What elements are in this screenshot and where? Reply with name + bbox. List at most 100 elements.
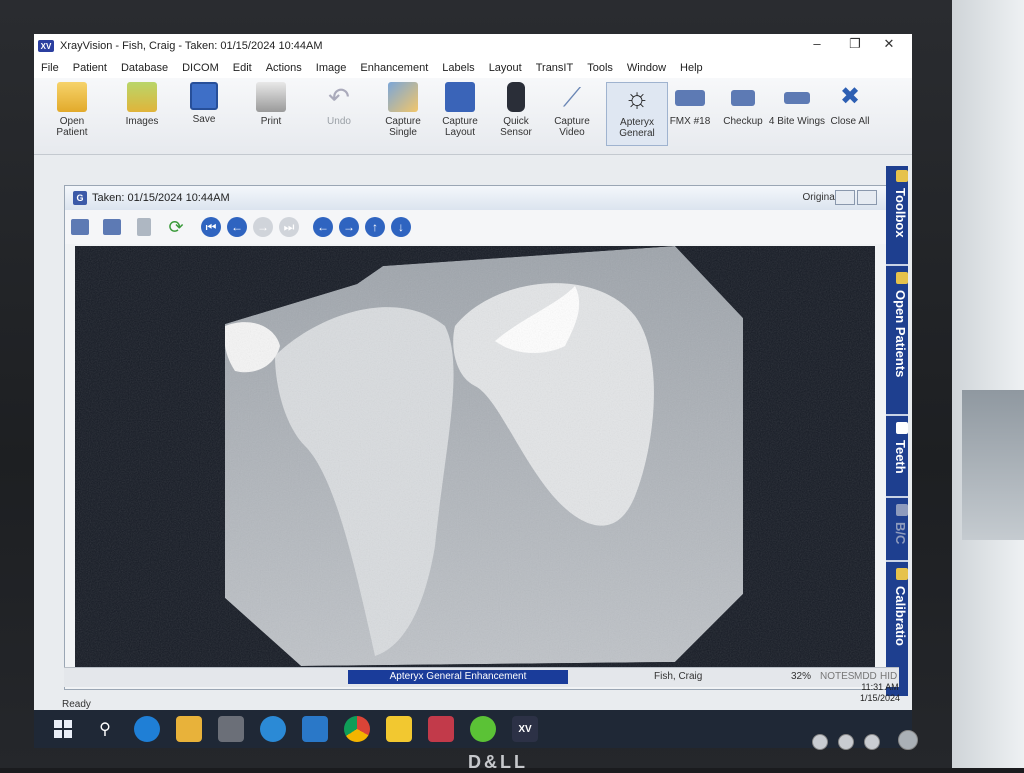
- undo-button[interactable]: ↶ Undo: [309, 82, 369, 127]
- fmx-label: FMX #18: [669, 116, 711, 127]
- menu-labels[interactable]: Labels: [435, 62, 481, 74]
- quick-sensor-button[interactable]: Quick Sensor: [486, 82, 546, 138]
- green-app-icon[interactable]: [470, 716, 496, 742]
- previous-image-icon[interactable]: ←: [227, 217, 247, 237]
- save-button[interactable]: Save: [174, 82, 234, 125]
- browser-icon[interactable]: [260, 716, 286, 742]
- last-image-icon[interactable]: ⏭: [279, 217, 299, 237]
- monitor-button-3[interactable]: [864, 734, 880, 750]
- menu-bar: File Patient Database DICOM Edit Actions…: [34, 58, 912, 78]
- mdd-indicator: MDD: [854, 671, 877, 682]
- clock-time: 11:31 AM: [861, 682, 899, 692]
- menu-help[interactable]: Help: [673, 62, 710, 74]
- arrow-down-icon[interactable]: ↓: [391, 217, 411, 237]
- image-window-restore-button[interactable]: [857, 190, 877, 205]
- notes-indicator: NOTES: [820, 671, 855, 682]
- apteryx-general-label-2: General: [619, 128, 655, 139]
- sticky-notes-icon[interactable]: [386, 716, 412, 742]
- patients-icon: [896, 272, 908, 284]
- trash-icon[interactable]: [137, 218, 151, 236]
- close-all-icon: ✖: [839, 83, 861, 110]
- fmx-icon: [675, 90, 705, 106]
- images-button[interactable]: Images: [112, 82, 172, 127]
- quick-sensor-label-1: Quick: [503, 116, 529, 127]
- capture-layout-label-1: Capture: [442, 116, 478, 127]
- print-label: Print: [260, 116, 282, 127]
- undo-icon: ↶: [328, 82, 350, 112]
- windows-start-icon[interactable]: [50, 716, 76, 742]
- main-toolbar: Open Patient Images Save Print ↶ Undo Ca…: [34, 78, 912, 155]
- title-bar: XV XrayVision - Fish, Craig - Taken: 01/…: [34, 34, 912, 58]
- next-image-icon[interactable]: →: [253, 217, 273, 237]
- maximize-button[interactable]: ❐: [840, 36, 870, 52]
- xrayvision-taskbar-icon[interactable]: XV: [512, 716, 538, 742]
- dock-tab-teeth[interactable]: Teeth: [886, 418, 908, 498]
- dock-tab-open-patients-label: Open Patients: [893, 290, 908, 378]
- brightness-icon: [896, 504, 908, 516]
- file-explorer-icon[interactable]: [176, 716, 202, 742]
- image-window-minimize-button[interactable]: [835, 190, 855, 205]
- capture-layout-label-2: Layout: [444, 127, 476, 138]
- menu-database[interactable]: Database: [114, 62, 175, 74]
- monitor-button-2[interactable]: [838, 734, 854, 750]
- first-image-icon[interactable]: ⏮: [201, 217, 221, 237]
- sun-icon: ☼: [624, 82, 650, 113]
- background-window: [962, 390, 1024, 540]
- menu-actions[interactable]: Actions: [259, 62, 309, 74]
- grid-icon[interactable]: [103, 219, 121, 235]
- menu-file[interactable]: File: [34, 62, 66, 74]
- close-button[interactable]: ✕: [874, 36, 904, 52]
- close-all-button[interactable]: ✖ Close All: [820, 82, 880, 127]
- apteryx-general-button[interactable]: ☼ Apteryx General: [606, 82, 668, 146]
- save-label: Save: [192, 114, 216, 125]
- chrome-icon[interactable]: [344, 716, 370, 742]
- menu-enhancement[interactable]: Enhancement: [353, 62, 435, 74]
- app-logo-icon: XV: [38, 40, 54, 52]
- search-icon[interactable]: ⚲: [92, 716, 118, 742]
- print-button[interactable]: Print: [241, 82, 301, 127]
- menu-tools[interactable]: Tools: [580, 62, 620, 74]
- images-icon: [127, 82, 157, 112]
- bite-wings-button[interactable]: 4 Bite Wings: [767, 82, 827, 127]
- close-all-label: Close All: [830, 116, 870, 127]
- open-patient-button[interactable]: Open Patient: [42, 82, 102, 138]
- menu-patient[interactable]: Patient: [66, 62, 114, 74]
- dock-tab-bc[interactable]: B/C: [886, 500, 908, 562]
- capture-single-button[interactable]: Capture Single: [373, 82, 433, 138]
- menu-dicom[interactable]: DICOM: [175, 62, 226, 74]
- arrow-right-icon[interactable]: →: [339, 217, 359, 237]
- minimize-button[interactable]: –: [802, 36, 832, 51]
- dock-tab-open-patients[interactable]: Open Patients: [886, 268, 908, 416]
- dock-tab-toolbox[interactable]: Toolbox: [886, 166, 908, 266]
- edge-browser-icon[interactable]: [134, 716, 160, 742]
- side-dock: Toolbox Open Patients Teeth B/C Calibrat…: [886, 166, 908, 696]
- xray-viewport[interactable]: [75, 246, 875, 678]
- menu-edit[interactable]: Edit: [226, 62, 259, 74]
- capture-single-label-1: Capture: [385, 116, 421, 127]
- ready-status: Ready: [62, 699, 91, 710]
- menu-window[interactable]: Window: [620, 62, 673, 74]
- dental-xray-image: [75, 246, 875, 678]
- capture-video-button[interactable]: ⟋ Capture Video: [542, 82, 602, 138]
- capture-layout-button[interactable]: Capture Layout: [430, 82, 490, 138]
- background-wall: [952, 0, 1024, 768]
- arrow-left-icon[interactable]: ←: [313, 217, 333, 237]
- menu-image[interactable]: Image: [309, 62, 354, 74]
- arrow-up-icon[interactable]: ↑: [365, 217, 385, 237]
- open-patient-label-1: Open: [59, 116, 85, 127]
- window-check-icon[interactable]: [71, 219, 89, 235]
- menu-transit[interactable]: TransIT: [529, 62, 581, 74]
- checkup-button[interactable]: Checkup: [713, 82, 773, 127]
- mail-icon[interactable]: [302, 716, 328, 742]
- refresh-icon[interactable]: ⟳: [165, 216, 187, 238]
- monitor-power-button[interactable]: [898, 730, 918, 750]
- monitor-button-1[interactable]: [812, 734, 828, 750]
- dock-tab-teeth-label: Teeth: [893, 440, 908, 474]
- image-window-title: Taken: 01/15/2024 10:44AM: [92, 192, 230, 204]
- menu-layout[interactable]: Layout: [482, 62, 529, 74]
- fmx-button[interactable]: FMX #18: [660, 82, 720, 127]
- apps-grid-icon[interactable]: [428, 716, 454, 742]
- store-icon[interactable]: [218, 716, 244, 742]
- checkup-icon: [731, 90, 755, 106]
- monitor-brand-logo: D&LL: [468, 752, 528, 772]
